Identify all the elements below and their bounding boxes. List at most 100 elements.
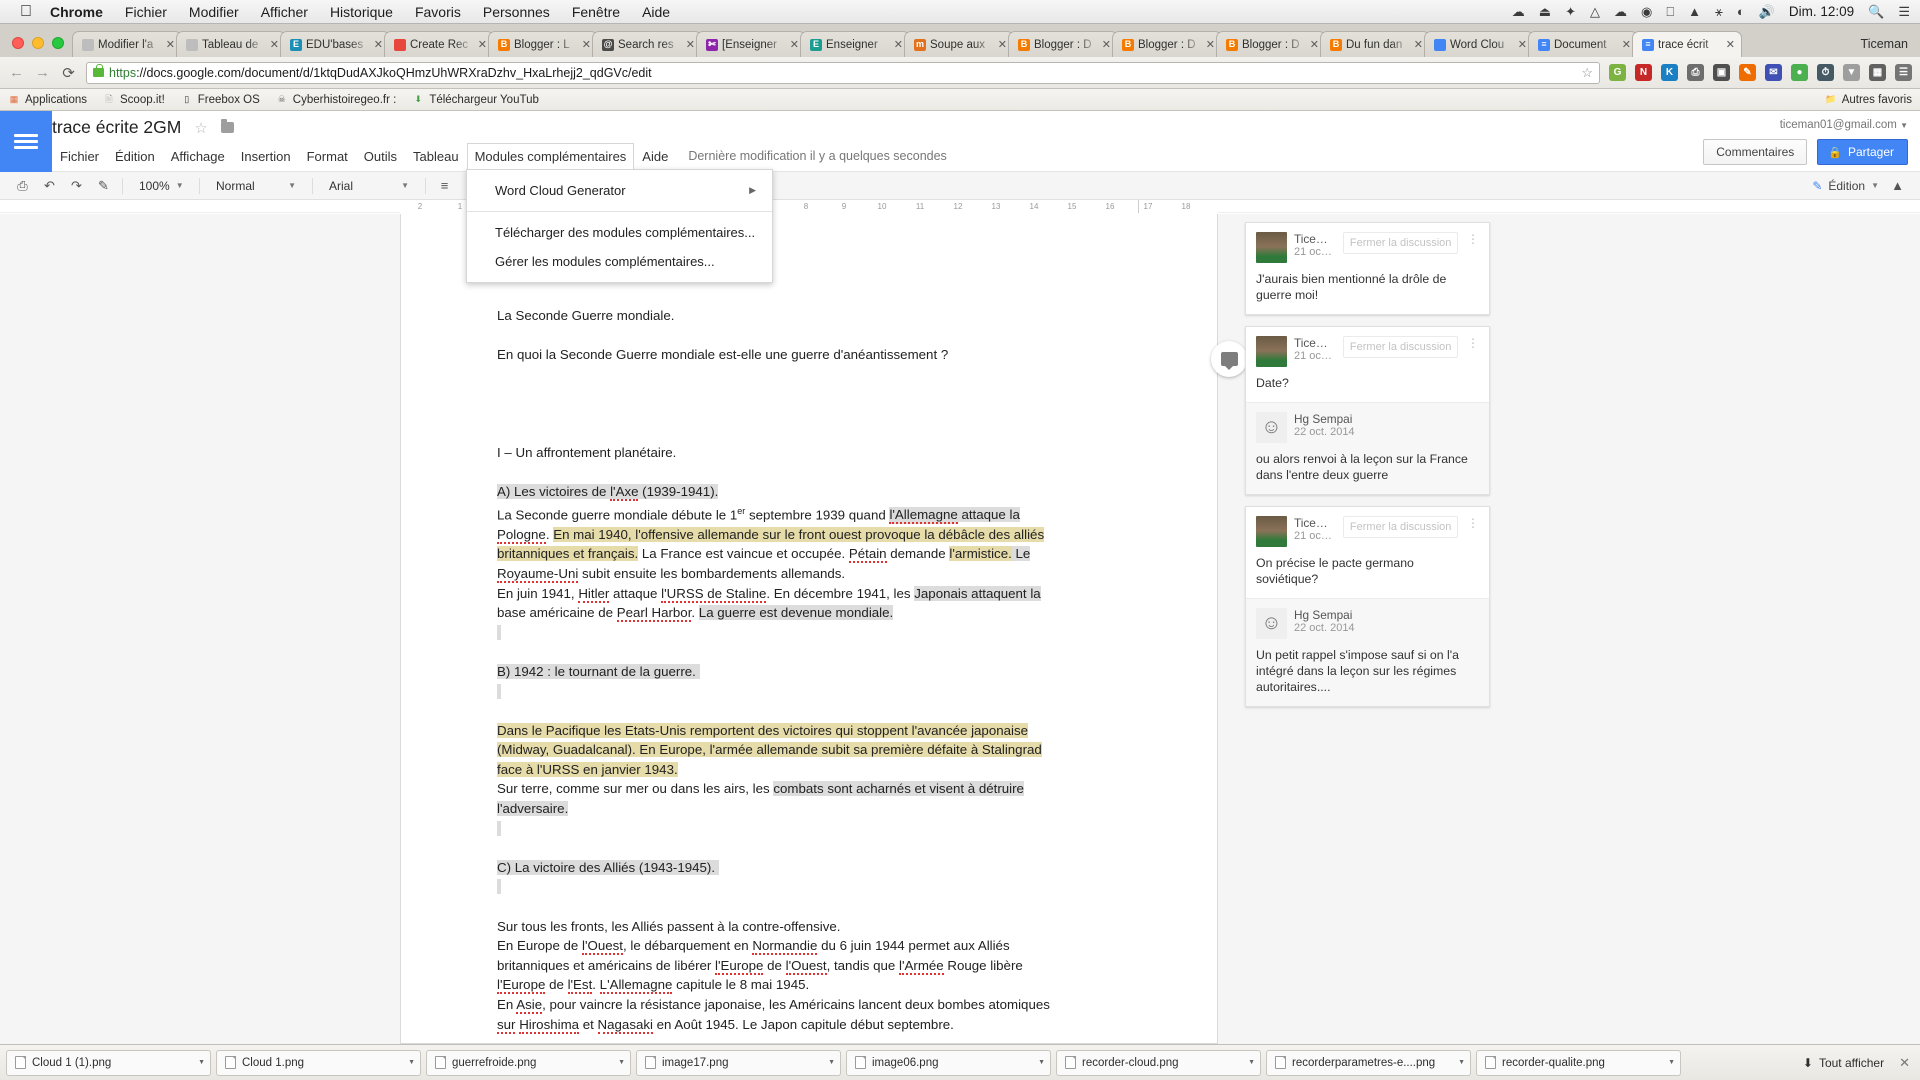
- close-icon[interactable]: ✕: [374, 38, 383, 51]
- wifi-icon[interactable]: ◐: [1737, 5, 1745, 18]
- back-arrow-icon[interactable]: ←: [8, 64, 25, 81]
- show-all-downloads-button[interactable]: ⬇ Tout afficher: [1803, 1056, 1894, 1070]
- chrome-tab[interactable]: Create Rec ✕: [384, 31, 494, 57]
- close-icon[interactable]: ✕: [686, 38, 695, 51]
- chrome-tab[interactable]: Modifier l'a ✕: [72, 31, 182, 57]
- chrome-profile-button[interactable]: Ticeman: [1849, 37, 1920, 57]
- chrome-tab[interactable]: B Blogger : L ✕: [488, 31, 598, 57]
- chevron-down-icon[interactable]: ▼: [618, 1059, 625, 1066]
- drive-icon[interactable]: △: [1590, 5, 1600, 18]
- bookmark-cyberhistoiregeo[interactable]: ☠ Cyberhistoiregeo.fr :: [276, 94, 397, 106]
- download-item[interactable]: image06.png ▼: [846, 1049, 1051, 1076]
- download-item[interactable]: recorderparametres-e....png ▼: [1266, 1049, 1471, 1076]
- close-icon[interactable]: ✕: [998, 38, 1007, 51]
- comment-thread[interactable]: Tice…21 oc… Fermer la discussion ⋮ Date? Hg …: [1245, 326, 1490, 495]
- close-icon[interactable]: ✕: [270, 38, 279, 51]
- mail-ext[interactable]: ✉: [1765, 64, 1782, 81]
- bookmark-other-favorites[interactable]: 📁 Autres favoris: [1825, 94, 1912, 106]
- close-window-button[interactable]: [12, 37, 24, 49]
- chrome-tab[interactable]: @ Search res ✕: [592, 31, 702, 57]
- document-ruler[interactable]: 2 1 1 2 3 4 5 6 7 8 9 10 11 12 13 14 15 …: [0, 200, 1920, 213]
- chrome-tab[interactable]: Tableau de ✕: [176, 31, 286, 57]
- folder-icon[interactable]: [220, 119, 234, 133]
- share-button[interactable]: 🔒 Partager: [1817, 139, 1908, 165]
- docs-menu-insertion[interactable]: Insertion: [233, 144, 299, 169]
- menu-fenetre[interactable]: Fenêtre: [572, 4, 620, 20]
- align-left-icon[interactable]: ≡: [436, 178, 453, 193]
- clock-ext[interactable]: ⏱: [1817, 64, 1834, 81]
- docs-menu-affichage[interactable]: Affichage: [163, 144, 233, 169]
- comment-thread[interactable]: Tice… 21 oc… Fermer la discussion ⋮ On préci…: [1245, 506, 1490, 707]
- document-text[interactable]: La Seconde Guerre mondiale. En quoi la S…: [497, 306, 1137, 1044]
- volume-icon[interactable]: 🔊: [1759, 5, 1775, 18]
- close-icon[interactable]: ✕: [1102, 38, 1111, 51]
- more-options-icon[interactable]: ⋮: [1467, 516, 1479, 529]
- comments-button[interactable]: Commentaires: [1703, 139, 1808, 165]
- menu-modifier[interactable]: Modifier: [189, 4, 239, 20]
- close-icon[interactable]: ✕: [1726, 38, 1735, 51]
- cloud-icon[interactable]: ☁: [1512, 5, 1525, 18]
- edit-mode-selector[interactable]: ✎ Édition ▼: [1812, 179, 1879, 193]
- clock[interactable]: Dim. 12:09: [1789, 4, 1854, 19]
- download-item[interactable]: guerrefroide.png ▼: [426, 1049, 631, 1076]
- star-icon[interactable]: ☆: [1581, 65, 1593, 81]
- kaspersky-ext[interactable]: K: [1661, 64, 1678, 81]
- more-options-icon[interactable]: ⋮: [1467, 336, 1479, 349]
- close-icon[interactable]: ✕: [1518, 38, 1527, 51]
- docs-menu-icon[interactable]: [0, 111, 52, 172]
- chrome-tab[interactable]: B Du fun dan ✕: [1320, 31, 1430, 57]
- close-icon[interactable]: ✕: [1414, 38, 1423, 51]
- minimize-window-button[interactable]: [32, 37, 44, 49]
- translate-ext[interactable]: G: [1609, 64, 1626, 81]
- chevron-down-icon[interactable]: ▼: [1458, 1059, 1465, 1066]
- list-icon[interactable]: ☰: [1898, 5, 1910, 18]
- font-dropdown[interactable]: Arial ▼: [323, 175, 415, 197]
- download-item[interactable]: image17.png ▼: [636, 1049, 841, 1076]
- bookmark-scoopit[interactable]: 🖹 Scoop.it!: [103, 94, 164, 106]
- forward-arrow-icon[interactable]: →: [34, 64, 51, 81]
- document-canvas[interactable]: La Seconde Guerre mondiale. En quoi la S…: [0, 214, 1920, 1044]
- chrome-tab[interactable]: E Enseigner ✕: [800, 31, 910, 57]
- paragraph-style-dropdown[interactable]: Normal ▼: [210, 175, 302, 197]
- chrome-tab[interactable]: B Blogger : D ✕: [1008, 31, 1118, 57]
- undo-icon[interactable]: ↶: [41, 178, 58, 194]
- bluetooth-icon[interactable]: ⚹: [1715, 5, 1723, 18]
- comment-thread[interactable]: Tice… 21 oc… Fermer la discussion ⋮ J'aurais…: [1245, 222, 1490, 315]
- redo-icon[interactable]: ↷: [68, 178, 85, 194]
- close-icon[interactable]: ✕: [478, 38, 487, 51]
- reload-icon[interactable]: ⟳: [60, 64, 77, 82]
- printer-ext[interactable]: ⎙: [1687, 64, 1704, 81]
- menu-aide[interactable]: Aide: [642, 4, 670, 20]
- menu-chrome[interactable]: Chrome: [50, 4, 103, 20]
- download-item[interactable]: Cloud 1 (1).png ▼: [6, 1049, 211, 1076]
- eject-icon[interactable]: ⏏: [1539, 5, 1551, 18]
- menu-afficher[interactable]: Afficher: [261, 4, 308, 20]
- menu-item-word-cloud-generator[interactable]: Word Cloud Generator ▶: [467, 176, 772, 205]
- menu-historique[interactable]: Historique: [330, 4, 393, 20]
- comment-icon[interactable]: [1211, 341, 1247, 377]
- search-icon[interactable]: 🔍: [1868, 5, 1884, 18]
- close-icon[interactable]: ✕: [1206, 38, 1215, 51]
- menu-item-manage-addons[interactable]: Gérer les modules complémentaires...: [467, 247, 772, 276]
- bookmark-applications[interactable]: ▦ Applications: [8, 94, 87, 106]
- chevron-down-icon[interactable]: ▼: [1038, 1059, 1045, 1066]
- bookmark-freebox[interactable]: ▯ Freebox OS: [181, 94, 259, 106]
- camera-ext[interactable]: ▣: [1713, 64, 1730, 81]
- dropbox-icon[interactable]: ✦: [1565, 5, 1576, 18]
- resolve-button[interactable]: Fermer la discussion: [1342, 232, 1459, 254]
- onedrive-icon[interactable]: ☁: [1614, 5, 1627, 18]
- print-icon[interactable]: ⎙: [14, 178, 31, 194]
- creative-cloud-icon[interactable]: ◉: [1641, 5, 1652, 18]
- page-title[interactable]: trace écrite 2GM: [52, 117, 181, 138]
- close-icon[interactable]: ✕: [1310, 38, 1319, 51]
- chevron-down-icon[interactable]: ▼: [198, 1059, 205, 1066]
- menu-fichier[interactable]: Fichier: [125, 4, 167, 20]
- docs-menu-outils[interactable]: Outils: [356, 144, 405, 169]
- menu-item-download-addons[interactable]: Télécharger des modules complémentaires.…: [467, 218, 772, 247]
- bookmark-telechargeur-youtube[interactable]: ⬇ Téléchargeur YouTub: [412, 94, 539, 106]
- download-item[interactable]: Cloud 1.png ▼: [216, 1049, 421, 1076]
- news-ext[interactable]: N: [1635, 64, 1652, 81]
- chrome-tab[interactable]: ✄ [Enseigner ✕: [696, 31, 806, 57]
- menu-personnes[interactable]: Personnes: [483, 4, 550, 20]
- chevron-down-icon[interactable]: ▼: [1248, 1059, 1255, 1066]
